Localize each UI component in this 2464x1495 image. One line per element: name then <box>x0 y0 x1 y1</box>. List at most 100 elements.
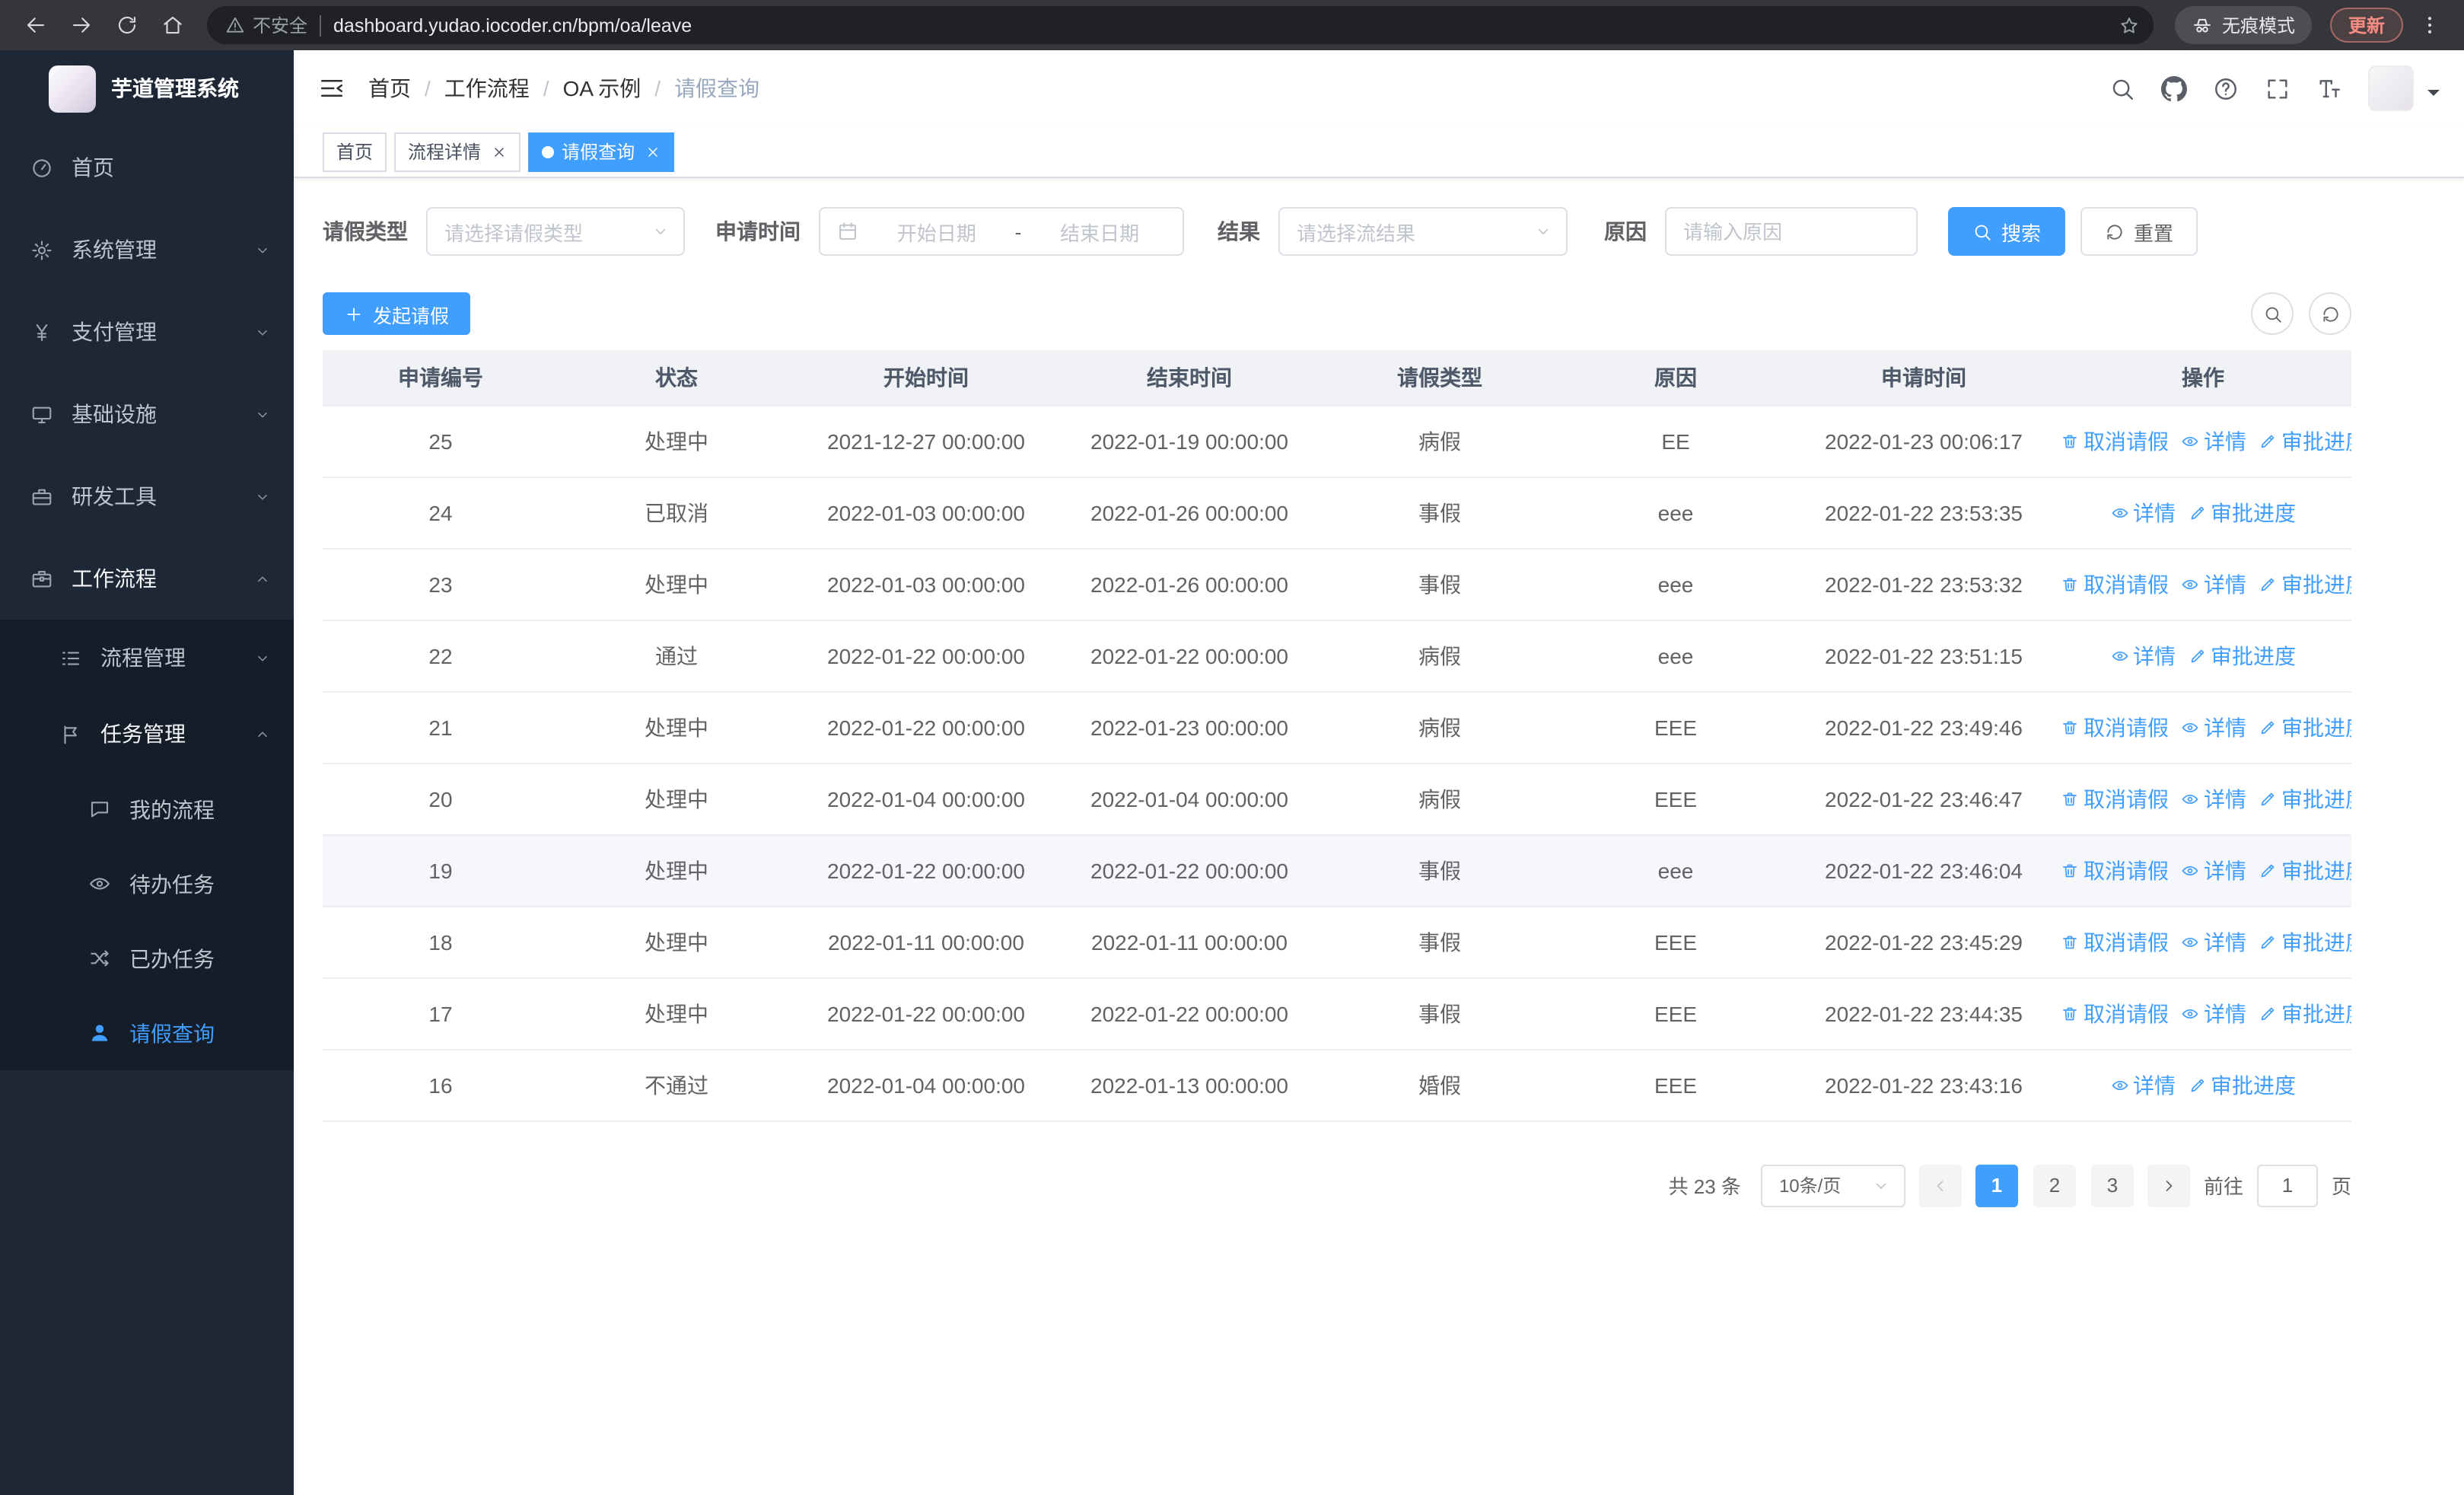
sidebar-item-workflow[interactable]: 工作流程 <box>0 537 294 620</box>
detail-link[interactable]: 详情 <box>2181 926 2246 957</box>
table-row[interactable]: 16 不通过 2022-01-04 00:00:00 2022-01-13 00:00… <box>323 1049 2351 1121</box>
goto-page-input[interactable] <box>2256 1164 2318 1207</box>
browser-forward-button[interactable] <box>61 5 100 45</box>
detail-link[interactable]: 详情 <box>2110 640 2176 671</box>
url-text[interactable]: dashboard.yudao.iocoder.cn/bpm/oa/leave <box>333 14 2099 36</box>
sidebar-item-dev-tools[interactable]: 研发工具 <box>0 455 294 537</box>
progress-link[interactable]: 审批进度 <box>2188 640 2296 671</box>
detail-link[interactable]: 详情 <box>2110 497 2176 528</box>
start-date-placeholder[interactable]: 开始日期 <box>867 217 1006 246</box>
page-number-3[interactable]: 3 <box>2090 1164 2134 1207</box>
cancel-leave-link[interactable]: 取消请假 <box>2061 998 2169 1028</box>
breadcrumb-item[interactable]: OA 示例 <box>563 73 641 104</box>
breadcrumb-item[interactable]: 首页 <box>368 73 411 104</box>
security-indicator[interactable]: 不安全 <box>225 12 307 38</box>
sidebar-item-leave-query[interactable]: 请假查询 <box>0 996 294 1070</box>
cancel-leave-link[interactable]: 取消请假 <box>2061 426 2169 456</box>
sidebar-item-my-process[interactable]: 我的流程 <box>0 772 294 846</box>
detail-link[interactable]: 详情 <box>2181 855 2246 885</box>
table-row[interactable]: 18 处理中 2022-01-11 00:00:00 2022-01-11 00:00… <box>323 906 2351 978</box>
progress-link[interactable]: 审批进度 <box>2259 783 2351 814</box>
chevron-down-icon <box>254 324 271 340</box>
progress-link[interactable]: 审批进度 <box>2259 926 2351 957</box>
github-icon[interactable] <box>2161 75 2187 101</box>
browser-home-button[interactable] <box>152 5 192 45</box>
table-row[interactable]: 25 处理中 2021-12-27 00:00:00 2022-01-19 00:00… <box>323 405 2351 477</box>
progress-link[interactable]: 审批进度 <box>2188 1069 2296 1100</box>
table-row[interactable]: 17 处理中 2022-01-22 00:00:00 2022-01-22 00:00… <box>323 977 2351 1050</box>
cell-apply-id: 18 <box>323 906 559 978</box>
detail-link[interactable]: 详情 <box>2181 426 2246 456</box>
search-button[interactable]: 搜索 <box>1948 207 2066 256</box>
sidebar-item-system-management[interactable]: 系统管理 <box>0 209 294 291</box>
sidebar-item-home[interactable]: 首页 <box>0 126 294 209</box>
end-date-placeholder[interactable]: 结束日期 <box>1030 217 1169 246</box>
prev-page-button[interactable] <box>1918 1164 1962 1207</box>
calendar-icon <box>837 221 858 242</box>
sidebar-item-infrastructure[interactable]: 基础设施 <box>0 373 294 455</box>
cancel-leave-link[interactable]: 取消请假 <box>2061 569 2169 599</box>
sidebar-toggle-button[interactable] <box>318 75 345 102</box>
reset-button[interactable]: 重置 <box>2080 207 2198 256</box>
result-select[interactable]: 请选择流结果 <box>1278 207 1568 256</box>
detail-link[interactable]: 详情 <box>2110 1069 2176 1100</box>
tab-process-detail[interactable]: 流程详情 <box>394 132 521 171</box>
leave-type-placeholder: 请选择请假类型 <box>444 222 584 244</box>
progress-link[interactable]: 审批进度 <box>2259 426 2351 456</box>
eye-icon <box>88 872 111 895</box>
progress-link[interactable]: 审批进度 <box>2259 569 2351 599</box>
refresh-table-button[interactable] <box>2309 292 2351 335</box>
cell-start-time: 2022-01-03 00:00:00 <box>794 477 1058 549</box>
progress-link[interactable]: 审批进度 <box>2188 497 2296 528</box>
table-row[interactable]: 22 通过 2022-01-22 00:00:00 2022-01-22 00:00:… <box>323 620 2351 692</box>
cell-reason: eee <box>1558 548 1793 620</box>
page-number-1[interactable]: 1 <box>1975 1164 2018 1207</box>
tab-leave-query[interactable]: 请假查询 <box>528 132 675 171</box>
tab-home[interactable]: 首页 <box>323 132 387 171</box>
page-number-2[interactable]: 2 <box>2033 1164 2076 1207</box>
cancel-leave-link[interactable]: 取消请假 <box>2061 855 2169 885</box>
apply-time-range-picker[interactable]: 开始日期 - 结束日期 <box>819 207 1184 256</box>
table-row[interactable]: 20 处理中 2022-01-04 00:00:00 2022-01-04 00:00… <box>323 763 2351 835</box>
sidebar-item-payment-management[interactable]: 支付管理 <box>0 291 294 373</box>
browser-update-button[interactable]: 更新 <box>2329 8 2403 43</box>
table-row[interactable]: 24 已取消 2022-01-03 00:00:00 2022-01-26 00:00… <box>323 477 2351 549</box>
table-row[interactable]: 19 处理中 2022-01-22 00:00:00 2022-01-22 00:00… <box>323 834 2351 907</box>
cancel-leave-link[interactable]: 取消请假 <box>2061 926 2169 957</box>
sidebar-item-done-tasks[interactable]: 已办任务 <box>0 921 294 996</box>
detail-link[interactable]: 详情 <box>2181 783 2246 814</box>
create-leave-button[interactable]: 发起请假 <box>323 292 471 335</box>
browser-back-button[interactable] <box>15 5 55 45</box>
bookmark-star-icon[interactable] <box>2111 7 2147 43</box>
next-page-button[interactable] <box>2147 1164 2190 1207</box>
app-logo[interactable]: 芋道管理系统 <box>0 50 294 126</box>
sidebar-item-todo-tasks[interactable]: 待办任务 <box>0 846 294 921</box>
tab-close-icon[interactable] <box>492 144 507 159</box>
fullscreen-icon[interactable] <box>2265 75 2291 101</box>
toggle-search-button[interactable] <box>2251 292 2294 335</box>
detail-link[interactable]: 详情 <box>2181 998 2246 1028</box>
reason-input[interactable] <box>1683 220 1902 243</box>
browser-menu-button[interactable] <box>2409 5 2449 45</box>
detail-link[interactable]: 详情 <box>2181 569 2246 599</box>
table-row[interactable]: 23 处理中 2022-01-03 00:00:00 2022-01-26 00:00… <box>323 548 2351 620</box>
address-bar[interactable]: 不安全 dashboard.yudao.iocoder.cn/bpm/oa/le… <box>207 6 2154 44</box>
search-icon[interactable] <box>2109 75 2135 101</box>
leave-type-select[interactable]: 请选择请假类型 <box>426 207 685 256</box>
browser-reload-button[interactable] <box>107 5 146 45</box>
cancel-leave-link[interactable]: 取消请假 <box>2061 783 2169 814</box>
sidebar-item-process-management[interactable]: 流程管理 <box>0 620 294 696</box>
font-size-icon[interactable] <box>2316 75 2342 101</box>
sidebar-item-task-management[interactable]: 任务管理 <box>0 696 294 772</box>
table-row[interactable]: 21 处理中 2022-01-22 00:00:00 2022-01-23 00:00… <box>323 691 2351 763</box>
cancel-leave-link[interactable]: 取消请假 <box>2061 712 2169 742</box>
user-avatar[interactable] <box>2368 65 2414 111</box>
progress-link[interactable]: 审批进度 <box>2259 855 2351 885</box>
page-size-select[interactable]: 10条/页 <box>1760 1164 1905 1207</box>
progress-link[interactable]: 审批进度 <box>2259 998 2351 1028</box>
breadcrumb-item[interactable]: 工作流程 <box>444 73 530 104</box>
progress-link[interactable]: 审批进度 <box>2259 712 2351 742</box>
help-icon[interactable] <box>2213 75 2239 101</box>
detail-link[interactable]: 详情 <box>2181 712 2246 742</box>
tab-close-icon[interactable] <box>645 144 661 159</box>
